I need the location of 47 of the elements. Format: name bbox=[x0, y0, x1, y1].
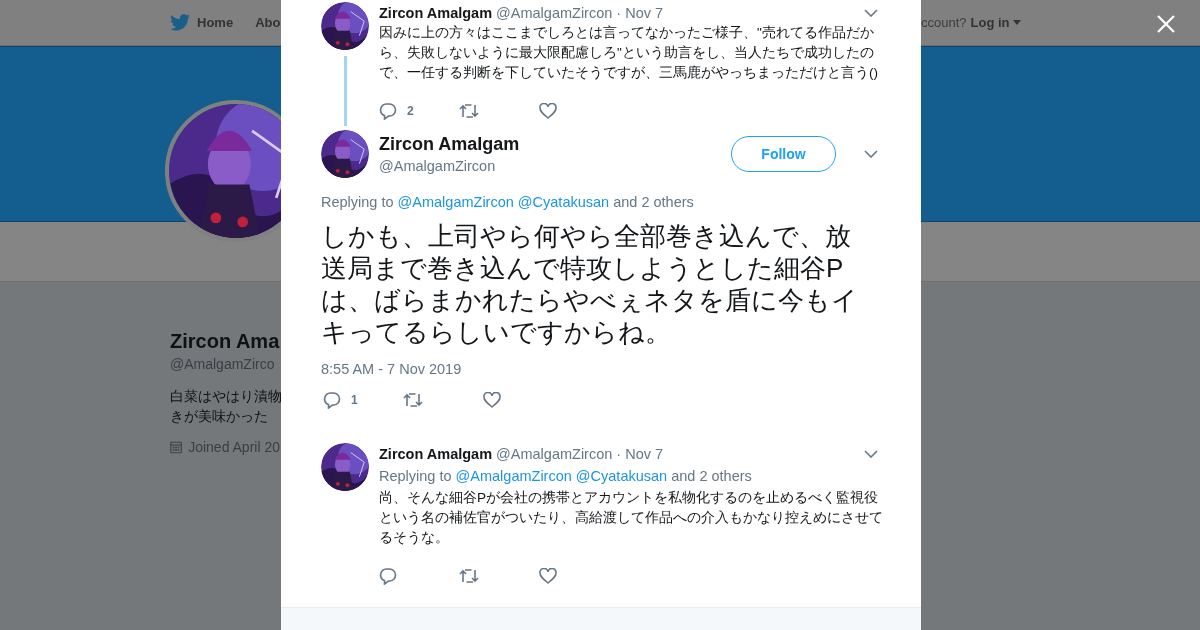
calendar-icon bbox=[170, 439, 183, 455]
thread-line bbox=[343, 56, 347, 126]
mention-link[interactable]: @Cyatakusan bbox=[575, 468, 668, 484]
retweet-icon[interactable] bbox=[459, 103, 479, 119]
profile-bio: きが美味かった bbox=[170, 407, 269, 426]
bird-icon bbox=[170, 14, 190, 31]
about-link[interactable]: Abo bbox=[255, 15, 281, 30]
tweet-text: 尚、そんな細谷Pが会社の携帯とアカウントを私物化するのを止めるべく監視役という名の補佐官がついたり、高給渡して作品への介入もかなり控えめにさせてるそうな。 bbox=[379, 489, 884, 547]
reply-icon[interactable] bbox=[379, 567, 397, 585]
replying-to-line: Replying to @AmalgamZircon @Cyatakusan and 2 others bbox=[321, 194, 695, 210]
mention-link[interactable]: @AmalgamZircon bbox=[397, 194, 514, 210]
heart-icon[interactable] bbox=[539, 103, 557, 119]
author-name: Zircon Amalgam bbox=[379, 134, 520, 155]
home-link[interactable]: Home bbox=[170, 14, 234, 31]
caret-icon bbox=[1012, 20, 1021, 25]
join-date: Joined April 20 bbox=[188, 439, 280, 455]
tweet-text: 因みに上の方々はここまでしろとは言ってなかったご様子、"売れてる作品だから、失敗しないように最大限配慮しろ"という助言をし、当人たちで成功したので、一任する判断を下していたそうですが、三馬鹿がやっちまっただけと言う() bbox=[379, 24, 880, 82]
retweet-icon[interactable] bbox=[403, 392, 423, 408]
close-icon[interactable] bbox=[1157, 15, 1175, 33]
chevron-down-icon[interactable] bbox=[864, 150, 878, 158]
author-handle: @AmalgamZircon bbox=[496, 5, 613, 21]
chevron-down-icon[interactable] bbox=[864, 450, 878, 458]
mention-link[interactable]: @Cyatakusan bbox=[517, 194, 610, 210]
author-name: Zircon Amalgam bbox=[379, 5, 493, 21]
replying-to-line: Replying to @AmalgamZircon @Cyatakusan and 2 others bbox=[379, 468, 753, 484]
profile-bio: 白菜はやはり漬物 bbox=[170, 387, 280, 406]
heart-icon[interactable] bbox=[539, 568, 557, 584]
follow-button[interactable]: Follow bbox=[731, 136, 836, 172]
mention-link[interactable]: @AmalgamZircon bbox=[455, 468, 572, 484]
heart-icon[interactable] bbox=[483, 392, 501, 408]
reply-icon[interactable] bbox=[323, 391, 341, 409]
author-handle: @AmalgamZircon bbox=[496, 446, 613, 462]
author-name: Zircon Amalgam bbox=[379, 446, 493, 462]
tweet-date: · Nov 7 bbox=[616, 446, 664, 462]
profile-name: Zircon Ama bbox=[170, 329, 280, 354]
profile-handle: @AmalgamZirco bbox=[170, 356, 276, 372]
chevron-down-icon[interactable] bbox=[864, 9, 878, 17]
account-prompt: ccount? bbox=[921, 15, 967, 30]
reply-count: 2 bbox=[407, 104, 414, 118]
reply-icon[interactable] bbox=[379, 102, 397, 120]
tweet-date: · Nov 7 bbox=[616, 5, 664, 21]
login-link[interactable]: Log in bbox=[970, 15, 1021, 30]
author-handle: @AmalgamZircon bbox=[379, 158, 497, 174]
tweet-text: しかも、上司やら何やら全部巻き込んで、放送局まで巻き込んで特攻しようとした細谷Pは、ばらまかれたらやべぇネタを盾に今もイキってるらしいですからね。 bbox=[321, 220, 859, 348]
tweet-time: 8:55 AM - 7 Nov 2019 bbox=[321, 361, 463, 377]
reply-count: 1 bbox=[351, 393, 358, 407]
retweet-icon[interactable] bbox=[459, 568, 479, 584]
